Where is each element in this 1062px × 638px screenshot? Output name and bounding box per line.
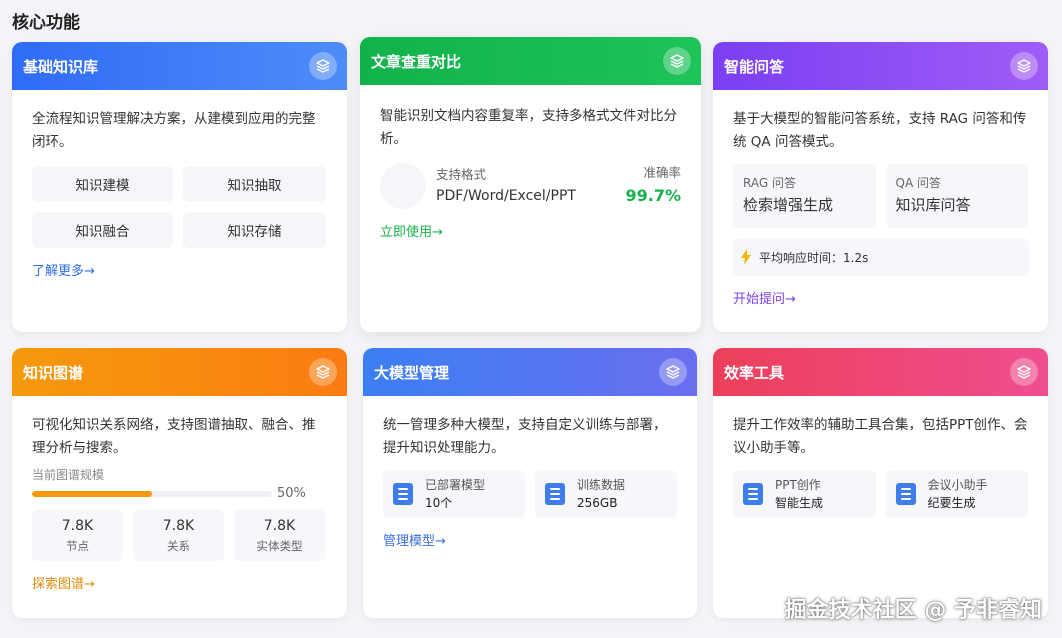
card-title: 大模型管理 bbox=[374, 363, 450, 382]
knowledge-storage-button[interactable]: 知识存储 bbox=[183, 212, 326, 248]
manage-models-link[interactable]: 管理模型→ bbox=[383, 530, 446, 549]
response-time-text: 平均响应时间：1.2s bbox=[759, 250, 869, 265]
layers-icon bbox=[659, 358, 687, 386]
card-description: 智能识别文档内容重复率，支持多格式文件对比分析。 bbox=[380, 108, 677, 147]
feature-buttons: 知识建模 知识抽取 知识融合 知识存储 bbox=[32, 166, 327, 248]
progress-text: 50% bbox=[277, 486, 306, 501]
stat-label: 节点 bbox=[66, 539, 89, 553]
card-title: 文章查重对比 bbox=[371, 52, 462, 71]
layers-icon bbox=[1010, 358, 1038, 386]
item-label: 已部署模型 bbox=[425, 478, 486, 492]
deployed-models-card: 已部署模型 10个 bbox=[383, 470, 525, 518]
layers-icon bbox=[663, 47, 691, 75]
card-header: 知识图谱 bbox=[12, 348, 347, 396]
page-title: 核心功能 bbox=[12, 13, 80, 33]
card-description: 基于大模型的智能问答系统，支持 RAG 问答和传统 QA 问答模式。 bbox=[733, 111, 1027, 150]
progress-fill bbox=[32, 490, 152, 497]
scale-label: 当前图谱规模 bbox=[32, 468, 105, 482]
card-title: 知识图谱 bbox=[23, 363, 84, 382]
stat-entity-types: 7.8K 实体类型 bbox=[234, 509, 325, 561]
card-knowledge-graph: 知识图谱 可视化知识关系网络，支持图谱抽取、融合、推理分析与搜索。 当前图谱规模… bbox=[12, 348, 347, 618]
start-asking-link[interactable]: 开始提问→ bbox=[733, 288, 796, 307]
item-label: 训练数据 bbox=[577, 478, 626, 492]
card-header: 基础知识库 bbox=[12, 42, 347, 90]
layers-icon bbox=[309, 52, 337, 80]
use-now-link[interactable]: 立即使用→ bbox=[380, 221, 443, 240]
mode-value: 知识库问答 bbox=[895, 196, 971, 214]
card-knowledge-base: 基础知识库 全流程知识管理解决方案，从建模到应用的完整闭环。 知识建模 知识抽取… bbox=[12, 42, 347, 332]
item-value: 纪要生成 bbox=[927, 496, 976, 510]
item-label: 会议小助手 bbox=[927, 478, 988, 492]
rag-mode-card[interactable]: RAG 问答 检索增强生成 bbox=[733, 164, 876, 228]
accuracy-label: 准确率 bbox=[643, 165, 681, 180]
card-efficiency-tools: 效率工具 提升工作效率的辅助工具合集，包括PPT创作、会议小助手等。 PPT创作… bbox=[713, 348, 1048, 618]
document-icon bbox=[545, 483, 565, 505]
document-icon bbox=[895, 483, 916, 505]
file-format-icon bbox=[380, 163, 426, 209]
training-data-card: 训练数据 256GB bbox=[535, 470, 677, 518]
mode-label: QA 问答 bbox=[895, 176, 941, 190]
stat-relations: 7.8K 关系 bbox=[133, 509, 224, 561]
format-label: 支持格式 bbox=[436, 167, 487, 182]
card-header: 智能问答 bbox=[713, 42, 1048, 90]
item-label: PPT创作 bbox=[775, 478, 821, 492]
document-icon bbox=[393, 483, 413, 505]
knowledge-modeling-button[interactable]: 知识建模 bbox=[32, 166, 173, 202]
accuracy-value: 99.7% bbox=[625, 186, 681, 205]
format-value: PDF/Word/Excel/PPT bbox=[436, 188, 576, 204]
qa-mode-card[interactable]: QA 问答 知识库问答 bbox=[885, 164, 1028, 228]
stat-label: 关系 bbox=[167, 539, 190, 553]
stat-value: 7.8K bbox=[61, 518, 94, 534]
response-time-bar: 平均响应时间：1.2s bbox=[733, 238, 1029, 276]
watermark: 掘金技术社区 @ 予非睿知 bbox=[784, 598, 1042, 623]
explore-graph-link[interactable]: 探索图谱→ bbox=[32, 573, 95, 592]
card-article-compare: 文章查重对比 智能识别文档内容重复率，支持多格式文件对比分析。 支持格式 PDF… bbox=[360, 37, 701, 332]
card-smart-qa: 智能问答 基于大模型的智能问答系统，支持 RAG 问答和传统 QA 问答模式。 … bbox=[713, 42, 1048, 332]
card-description: 可视化知识关系网络，支持图谱抽取、融合、推理分析与搜索。 bbox=[32, 417, 316, 456]
item-value: 10个 bbox=[425, 496, 453, 510]
card-title: 效率工具 bbox=[724, 363, 785, 382]
ppt-creation-card[interactable]: PPT创作 智能生成 bbox=[733, 470, 876, 518]
card-header: 大模型管理 bbox=[363, 348, 697, 396]
item-value: 256GB bbox=[577, 496, 618, 510]
stat-label: 实体类型 bbox=[256, 539, 303, 553]
layers-icon bbox=[309, 358, 337, 386]
stat-nodes: 7.8K 节点 bbox=[32, 509, 123, 561]
item-value: 智能生成 bbox=[775, 496, 824, 510]
card-title: 基础知识库 bbox=[23, 57, 99, 76]
stat-value: 7.8K bbox=[162, 518, 195, 534]
card-header: 效率工具 bbox=[713, 348, 1048, 396]
mode-value: 检索增强生成 bbox=[743, 196, 834, 214]
learn-more-link[interactable]: 了解更多→ bbox=[32, 260, 95, 279]
knowledge-extraction-button[interactable]: 知识抽取 bbox=[183, 166, 326, 202]
stat-value: 7.8K bbox=[263, 518, 296, 534]
document-icon bbox=[743, 483, 763, 505]
card-description: 全流程知识管理解决方案，从建模到应用的完整闭环。 bbox=[32, 111, 316, 150]
card-title: 智能问答 bbox=[724, 57, 785, 76]
mode-label: RAG 问答 bbox=[743, 176, 796, 190]
card-header: 文章查重对比 bbox=[360, 37, 701, 85]
card-llm-management: 大模型管理 统一管理多种大模型，支持自定义训练与部署，提升知识处理能力。 已部署… bbox=[363, 348, 697, 618]
meeting-assistant-card[interactable]: 会议小助手 纪要生成 bbox=[885, 470, 1028, 518]
card-description: 统一管理多种大模型，支持自定义训练与部署，提升知识处理能力。 bbox=[383, 417, 667, 456]
progress-track bbox=[32, 490, 272, 497]
lightning-icon bbox=[739, 249, 753, 265]
layers-icon bbox=[1010, 52, 1038, 80]
knowledge-fusion-button[interactable]: 知识融合 bbox=[32, 212, 173, 248]
card-description: 提升工作效率的辅助工具合集，包括PPT创作、会议小助手等。 bbox=[733, 417, 1028, 456]
